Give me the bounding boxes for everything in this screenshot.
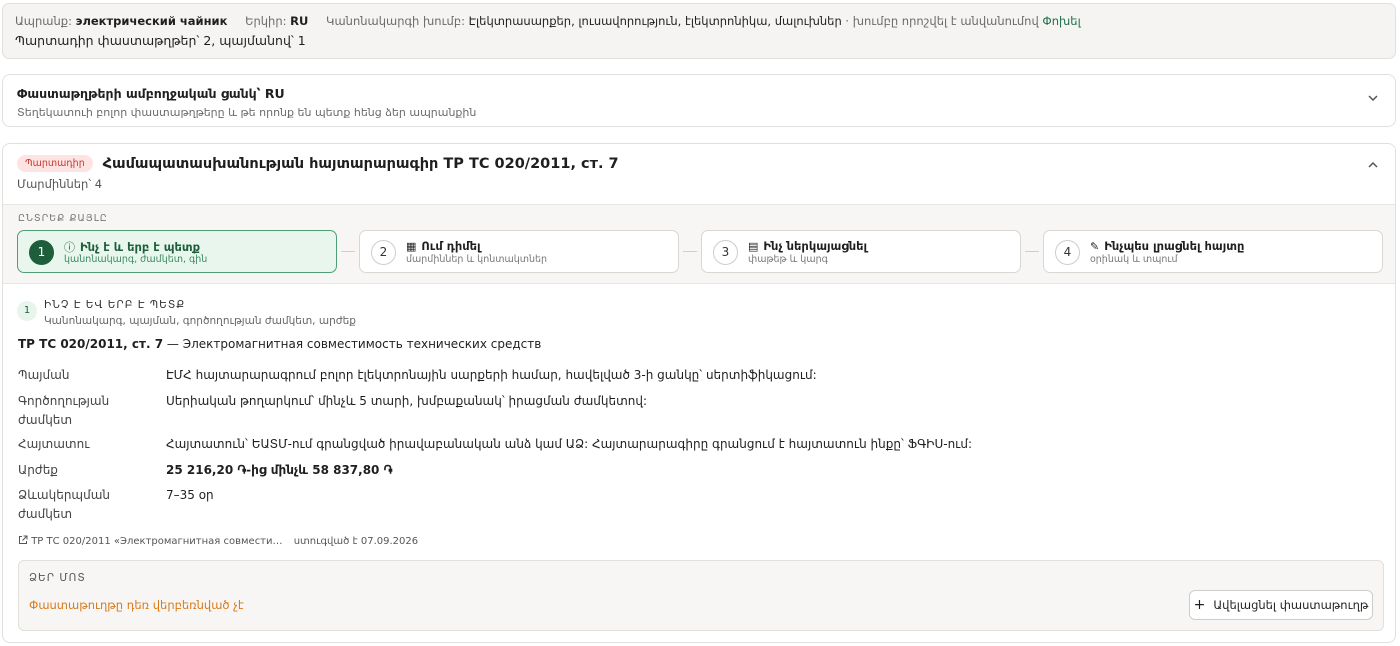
required-badge: Պարտադիր xyxy=(17,155,93,172)
plus-icon: + xyxy=(1193,597,1206,613)
external-link-icon[interactable] xyxy=(18,535,31,547)
group-value: Էլեկտրասարքեր, լուսավորություն, էլեկտրոն… xyxy=(468,14,842,28)
cost-label: Արժեք xyxy=(18,463,58,477)
source-document-link[interactable]: ТР ТС 020/2011 «Электромагнитная совмест… xyxy=(31,536,282,547)
regulation-name: — Электромагнитная совместимость техниче… xyxy=(163,337,542,351)
step-title: Ինչպես լրացնել հայտը xyxy=(1104,239,1245,253)
cost-value: 25 216,20 ֏-ից մինչև 58 837,80 ֏ xyxy=(166,463,393,477)
group-note: · խումբը որոշվել է անվանումով xyxy=(845,14,1039,28)
regulation-code: ТР ТС 020/2011, ст. 7 xyxy=(18,337,164,351)
section-number: 1 xyxy=(17,301,37,321)
step-title-wrap: ⓘ Ինչ է և երբ է պետք xyxy=(64,239,200,255)
condition-value: ԷՄՀ հայտարարագրում բոլոր էլեկտրոնային սա… xyxy=(166,368,817,382)
step-1-what-when[interactable]: 1 ⓘ Ինչ է և երբ է պետք կանոնակարգ, ժամկետ… xyxy=(17,230,337,273)
clipboard-icon: ▤ xyxy=(748,240,759,253)
document-card: Պարտադիր Համապատասխանության հայտարարագիր… xyxy=(2,143,1396,643)
step-number: 1 xyxy=(29,240,54,265)
step-connector xyxy=(1025,251,1039,252)
documents-count-summary: Պարտադիր փաստաթղթեր՝ 2, պայմանով՝ 1 xyxy=(15,33,306,48)
your-documents-label: ՁԵՐ ՄՈՏ xyxy=(29,572,86,584)
step-subtitle: օրինակ և տպում xyxy=(1090,254,1178,265)
full-list-title: Փաստաթղթերի ամբողջական ցանկ՝ RU xyxy=(17,86,285,101)
add-document-button[interactable]: + Ավելացնել փաստաթուղթ xyxy=(1189,590,1373,620)
step-number: 4 xyxy=(1055,240,1080,265)
document-title: Համապատասխանության հայտարարագիր ТР ТС 02… xyxy=(102,155,619,172)
step-3-what-to-submit[interactable]: 3 ▤ Ինչ ներկայացնել փաթեթ և կարգ xyxy=(701,230,1021,273)
product-context-line: Ապրանք: электрический чайник Երկիր: RU Կ… xyxy=(15,13,1383,33)
upload-status: Փաստաթուղթը դեռ վերբեռնված չէ xyxy=(29,598,244,612)
your-documents-panel: ՁԵՐ ՄՈՏ Փաստաթուղթը դեռ վերբեռնված չէ + Ա… xyxy=(18,560,1384,631)
step-connector xyxy=(683,251,697,252)
step-2-whom-to-apply[interactable]: 2 ▦ Ում դիմել մարմիններ և կոնտակտներ xyxy=(359,230,679,273)
full-list-subtitle: Տեղեկատուի բոլոր փաստաթղթերը և թե որոնք … xyxy=(17,106,477,119)
product-value: электрический чайник xyxy=(75,14,228,28)
full-documents-list-card[interactable]: Փաստաթղթերի ամբողջական ցանկ՝ RU Տեղեկատո… xyxy=(2,74,1396,127)
chevron-up-icon[interactable] xyxy=(1367,159,1379,175)
step-title-wrap: ▦ Ում դիմել xyxy=(406,239,481,253)
info-icon: ⓘ xyxy=(64,241,75,254)
applicant-label: Հայտատու xyxy=(18,437,90,451)
step-connector xyxy=(341,251,355,252)
step-title: Ինչ ներկայացնել xyxy=(763,239,868,253)
step-selector-label: ԸՆՏՐԵՔ ՔԱՅԼԸ xyxy=(18,213,108,224)
product-summary-bar: Ապրանք: электрический чайник Երկիր: RU Կ… xyxy=(2,3,1396,59)
source-checked-date: ստուգված է 07.09.2026 xyxy=(293,536,419,547)
step-title: Ինչ է և երբ է պետք xyxy=(80,240,201,254)
group-label: Կանոնակարգի խումբ: xyxy=(326,14,466,28)
step-4-fill-application[interactable]: 4 ✎ Ինչպես լրացնել հայտը օրինակ և տպում xyxy=(1043,230,1383,273)
source-line: ТР ТС 020/2011 «Электромагнитная совмест… xyxy=(18,535,418,547)
section-subheading: Կանոնակարգ, պայման, գործողության ժամկետ,… xyxy=(44,315,356,327)
step-title-wrap: ▤ Ինչ ներկայացնել xyxy=(748,239,867,253)
step-title: Ում դիմել xyxy=(421,239,481,253)
step-number: 2 xyxy=(371,240,396,265)
step-title-wrap: ✎ Ինչպես լրացնել հայտը xyxy=(1090,239,1244,253)
regulation-line: ТР ТС 020/2011, ст. 7 — Электромагнитная… xyxy=(18,337,541,351)
add-document-label: Ավելացնել փաստաթուղթ xyxy=(1213,598,1369,612)
country-label: Երկիր: xyxy=(245,14,287,28)
country-value: RU xyxy=(290,14,309,28)
step-number: 3 xyxy=(713,240,738,265)
applicant-value: Հայտատուն՝ ԵԱՏՄ-ում գրանցված իրավաբանակա… xyxy=(166,437,973,451)
building-icon: ▦ xyxy=(406,240,417,253)
step-subtitle: մարմիններ և կոնտակտներ xyxy=(406,254,548,265)
step-subtitle: կանոնակարգ, ժամկետ, գին xyxy=(64,254,208,265)
product-label: Ապրանք: xyxy=(15,14,72,28)
condition-label: Պայման xyxy=(18,368,70,382)
step-selector: ԸՆՏՐԵՔ ՔԱՅԼԸ 1 ⓘ Ինչ է և երբ է պետք կանոն… xyxy=(3,204,1395,284)
chevron-down-icon[interactable] xyxy=(1367,92,1379,108)
step-subtitle: փաթեթ և կարգ xyxy=(748,254,828,265)
validity-value: Սերիական թողարկում՝ մինչև 5 տարի, խմբաքա… xyxy=(166,394,648,408)
document-header[interactable]: Պարտադիր Համապատասխանության հայտարարագիր… xyxy=(17,155,1381,191)
change-group-link[interactable]: Փոխել xyxy=(1042,14,1080,28)
edit-icon: ✎ xyxy=(1090,240,1100,253)
section-heading: ԻՆՉ Է ԵՎ ԵՐԲ Է ՊԵՏՔ xyxy=(44,299,186,311)
processing-term-value: 7–35 օր xyxy=(166,488,214,502)
bodies-count: Մարմիններ՝ 4 xyxy=(17,177,103,191)
validity-label: Գործողության ժամկետ xyxy=(18,394,110,427)
processing-term-label: Ձևակերպման ժամկետ xyxy=(18,488,111,521)
